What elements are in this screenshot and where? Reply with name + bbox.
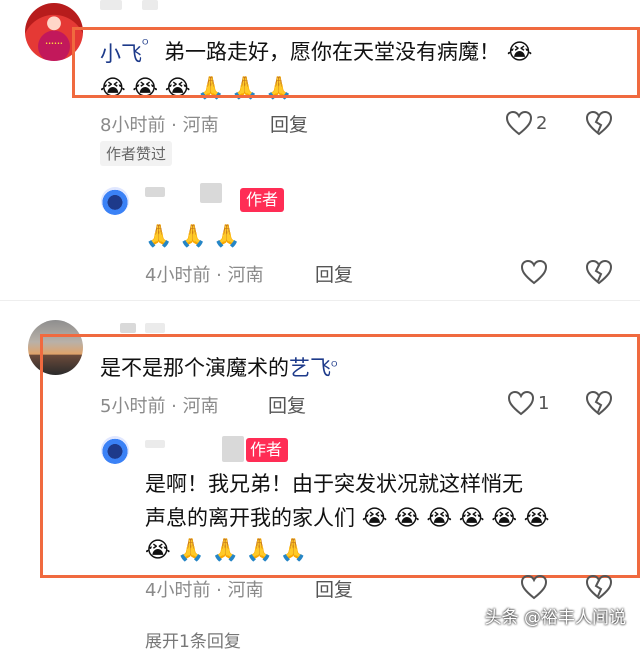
obscured-name bbox=[142, 0, 158, 10]
reply-button[interactable]: 回复 bbox=[315, 575, 353, 602]
obscured-name bbox=[145, 187, 165, 197]
author-liked-badge: 作者赞过 bbox=[100, 141, 173, 166]
highlight-box bbox=[40, 334, 640, 578]
obscured-name bbox=[120, 323, 136, 333]
obscured-name bbox=[145, 323, 165, 333]
divider bbox=[0, 300, 640, 301]
avatar[interactable] bbox=[101, 187, 129, 215]
praying-hands-emoji: 🙏 bbox=[145, 224, 173, 249]
like-count: 2 bbox=[536, 113, 548, 134]
broken-heart-icon[interactable] bbox=[585, 259, 613, 285]
broken-heart-icon[interactable] bbox=[585, 574, 613, 600]
reply-emoji-line: 🙏 🙏 🙏 bbox=[145, 218, 241, 254]
heart-icon[interactable] bbox=[520, 574, 548, 600]
praying-hands-emoji: 🙏 bbox=[179, 224, 207, 249]
praying-hands-emoji: 🙏 bbox=[213, 224, 241, 249]
highlight-box bbox=[72, 27, 640, 98]
obscured-name bbox=[100, 0, 122, 10]
reply-meta: 4小时前 · 河南 bbox=[145, 580, 264, 601]
comment-meta: 8小时前 · 河南 bbox=[100, 115, 219, 136]
reply-button[interactable]: 回复 bbox=[315, 260, 353, 287]
watermark: 头条 @裕丰人间说 bbox=[484, 608, 626, 628]
reply-button[interactable]: 回复 bbox=[270, 110, 308, 137]
author-tag: 作者 bbox=[240, 188, 285, 212]
heart-icon[interactable] bbox=[505, 110, 533, 136]
heart-icon[interactable] bbox=[520, 259, 548, 285]
obscured-name bbox=[200, 183, 222, 203]
broken-heart-icon[interactable] bbox=[585, 110, 613, 136]
reply-meta: 4小时前 · 河南 bbox=[145, 265, 264, 286]
